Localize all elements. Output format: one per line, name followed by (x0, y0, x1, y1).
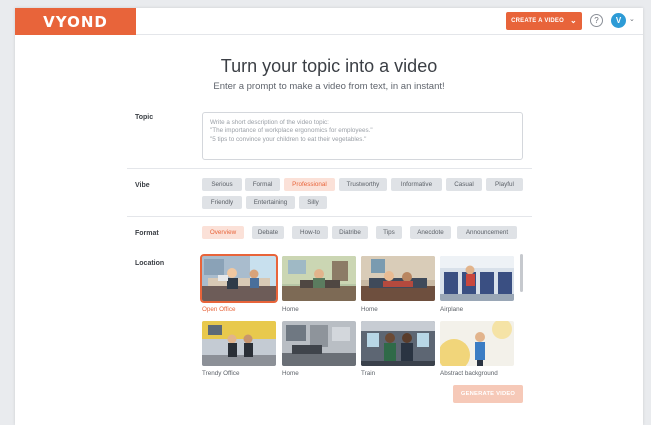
location-tile-label: Abstract background (440, 370, 498, 377)
page-title: Turn your topic into a video (220, 56, 438, 76)
format-chip-how-to[interactable]: How-to (292, 226, 328, 239)
topic-textarea[interactable]: Write a short description of the video t… (202, 112, 523, 160)
home-thumbnail (282, 321, 356, 366)
location-tile-label: Trendy Office (202, 370, 240, 377)
help-icon[interactable]: ? (590, 14, 603, 27)
format-chip-anecdote[interactable]: Anecdote (410, 226, 451, 239)
format-chip-diatribe[interactable]: Diatribe (332, 226, 368, 239)
trendy-office-thumbnail (202, 321, 276, 366)
create-video-label: CREATE A VIDEO (511, 18, 564, 24)
app-window: VYOND CREATE A VIDEO ⌄ ? V ⌄ Turn your t… (15, 8, 643, 425)
vibe-chip-entertaining[interactable]: Entertaining (246, 196, 295, 209)
location-tile-label: Home (282, 370, 299, 377)
generate-video-button[interactable]: GENERATE VIDEO (453, 385, 523, 403)
vyond-logo[interactable]: VYOND (15, 8, 136, 35)
location-scrollbar[interactable] (520, 254, 523, 292)
topic-label: Topic (135, 114, 154, 121)
format-chip-announcement[interactable]: Announcement (457, 226, 517, 239)
location-tile-label: Home (282, 306, 299, 313)
chevron-down-icon: ⌄ (570, 16, 577, 25)
location-tile-home-2[interactable] (361, 256, 435, 301)
create-video-button[interactable]: CREATE A VIDEO ⌄ (506, 12, 582, 30)
location-tile-label: Airplane (440, 306, 464, 313)
divider (127, 216, 532, 217)
airplane-thumbnail (440, 256, 514, 301)
topic-placeholder-line-1: Write a short description of the video t… (210, 119, 329, 126)
avatar[interactable]: V (611, 13, 626, 28)
location-tile-label: Home (361, 306, 378, 313)
format-chip-overview[interactable]: Overview (202, 226, 244, 239)
vibe-chip-silly[interactable]: Silly (299, 196, 327, 209)
open-office-thumbnail (202, 256, 276, 301)
location-tile-label: Train (361, 370, 376, 377)
location-tile-label: Open Office (202, 306, 236, 313)
format-chip-debate[interactable]: Debate (252, 226, 284, 239)
page-subtitle: Enter a prompt to make a video from text… (213, 81, 445, 92)
topic-placeholder-line-2: "The importance of workplace ergonomics … (210, 127, 373, 135)
divider (127, 168, 532, 169)
format-chip-tips[interactable]: Tips (376, 226, 402, 239)
location-tile-train[interactable] (361, 321, 435, 366)
vibe-label: Vibe (135, 182, 150, 189)
vibe-chip-serious[interactable]: Serious (202, 178, 242, 191)
train-thumbnail (361, 321, 435, 366)
location-tile-home-3[interactable] (282, 321, 356, 366)
vibe-chip-casual[interactable]: Casual (446, 178, 482, 191)
location-tile-open-office[interactable] (200, 254, 278, 303)
home-thumbnail (282, 256, 356, 301)
vibe-chip-friendly[interactable]: Friendly (202, 196, 242, 209)
vibe-chip-formal[interactable]: Formal (245, 178, 280, 191)
account-chevron-down-icon[interactable]: ⌄ (629, 15, 635, 23)
vibe-chip-informative[interactable]: Informative (391, 178, 442, 191)
format-label: Format (135, 230, 159, 237)
vibe-chip-professional[interactable]: Professional (284, 178, 335, 191)
location-label: Location (135, 260, 165, 267)
location-tile-airplane[interactable] (440, 256, 514, 301)
vibe-chip-playful[interactable]: Playful (486, 178, 523, 191)
abstract-background-thumbnail (440, 321, 514, 366)
topic-placeholder-line-3: "5 tips to convince your children to eat… (210, 135, 367, 143)
top-bar: VYOND CREATE A VIDEO ⌄ ? V ⌄ (15, 8, 643, 35)
location-tile-home[interactable] (282, 256, 356, 301)
location-tile-trendy-office[interactable] (202, 321, 276, 366)
location-tile-abstract-background[interactable] (440, 321, 514, 366)
vibe-chip-trustworthy[interactable]: Trustworthy (339, 178, 387, 191)
home-thumbnail (361, 256, 435, 301)
